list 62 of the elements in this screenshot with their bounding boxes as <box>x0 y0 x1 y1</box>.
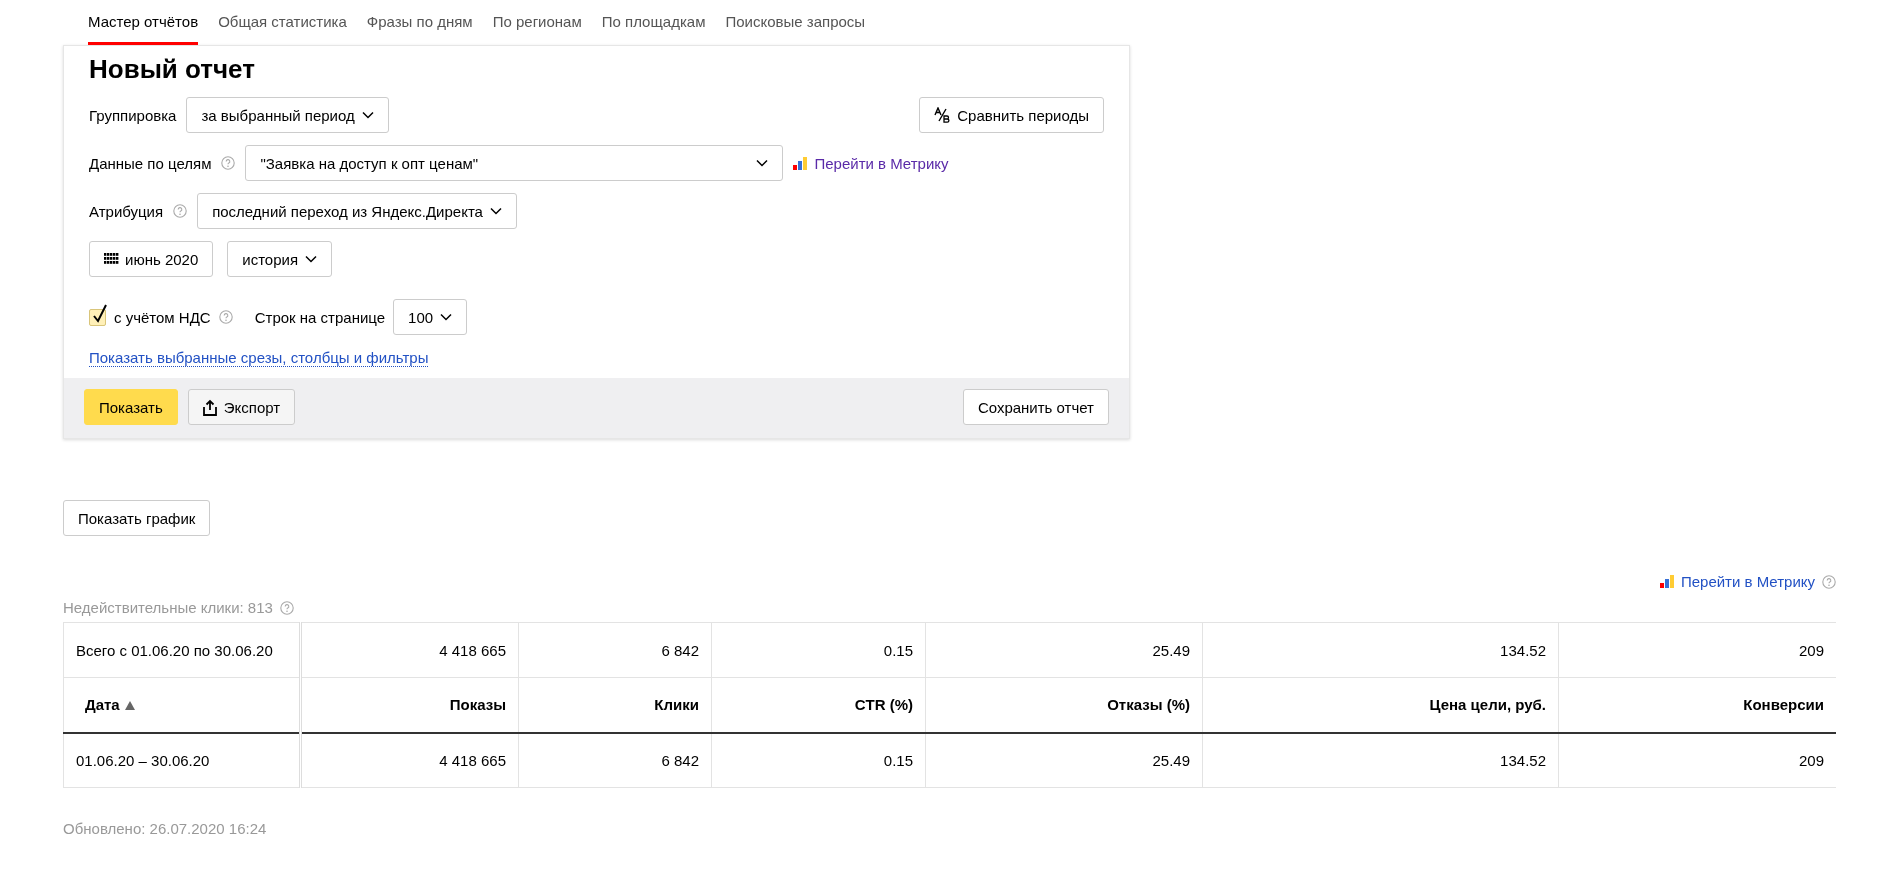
table-cell: 25.49 <box>925 732 1203 788</box>
column-header[interactable]: Цена цели, руб. <box>1202 677 1559 733</box>
table-cell: 0.15 <box>711 732 926 788</box>
total-cell: 134.52 <box>1202 622 1559 678</box>
metrika-link[interactable]: Перейти в Метрику <box>793 154 949 172</box>
export-button[interactable]: Экспорт <box>187 389 296 425</box>
dropdown[interactable]: история <box>227 241 333 277</box>
column-header[interactable]: CTR (%) <box>711 677 926 733</box>
help-icon <box>1822 574 1836 589</box>
column-header[interactable]: Дата <box>63 677 301 733</box>
period-button[interactable]: июнь 2020 <box>89 241 214 277</box>
dropdown[interactable]: 100 <box>393 299 468 335</box>
column-header[interactable]: Клики <box>518 677 712 733</box>
field-label: Строк на странице <box>254 308 386 326</box>
total-cell: Всего с 01.06.20 по 30.06.20 <box>63 622 301 678</box>
tab[interactable]: Мастер отчётов <box>88 13 199 45</box>
column-header[interactable]: Показы <box>300 677 519 733</box>
compare-periods-button[interactable]: Сравнить периоды <box>919 97 1104 133</box>
dropdown[interactable]: "Заявка на доступ к опт ценам" <box>245 145 784 181</box>
chevron-icon <box>440 313 453 321</box>
dropdown[interactable]: последний переход из Яндекс.Директа <box>197 193 517 229</box>
total-cell: 0.15 <box>711 622 926 678</box>
calendar-icon <box>104 253 120 265</box>
bar-chart-icon <box>1659 575 1675 588</box>
save-report-button[interactable]: Сохранить отчет <box>962 389 1109 425</box>
field-label: Группировка <box>89 106 177 124</box>
help-icon <box>279 600 294 615</box>
column-header[interactable]: Отказы (%) <box>925 677 1203 733</box>
total-cell: 209 <box>1558 622 1836 678</box>
field-label: с учётом НДС <box>114 308 211 326</box>
chevron-icon <box>305 255 318 263</box>
compare-icon <box>934 107 951 123</box>
tab[interactable]: По регионам <box>492 13 582 45</box>
table-cell: 4 418 665 <box>300 732 519 788</box>
show-button[interactable]: Показать <box>84 389 178 425</box>
tab[interactable]: Фразы по дням <box>366 13 473 45</box>
bar-chart-icon <box>793 156 809 170</box>
total-cell: 25.49 <box>925 622 1203 678</box>
table-cell: 6 842 <box>518 732 712 788</box>
field-label: Данные по целям <box>89 154 212 172</box>
show-filters-link[interactable]: Показать выбранные срезы, столбцы и фильтры <box>89 349 429 367</box>
tab[interactable]: По площадкам <box>601 13 706 45</box>
chevron-icon <box>756 159 769 167</box>
tab[interactable]: Общая статистика <box>218 13 347 45</box>
field-label: Атрибуция <box>89 202 164 220</box>
table-cell: 134.52 <box>1202 732 1559 788</box>
help-icon <box>218 310 233 324</box>
dropdown[interactable]: за выбранный период <box>186 97 389 133</box>
report-title: Новый отчет <box>89 54 256 85</box>
help-icon <box>173 204 188 218</box>
chevron-icon <box>361 111 374 119</box>
help-icon <box>221 156 236 170</box>
invalid-clicks-text: Недействительные клики: 813 <box>63 599 273 616</box>
upload-icon <box>202 398 217 416</box>
metrika-link[interactable]: Перейти в Метрику <box>1659 573 1815 590</box>
show-chart-button[interactable]: Показать график <box>63 500 211 536</box>
total-cell: 4 418 665 <box>300 622 519 678</box>
updated-text: Обновлено: 26.07.2020 16:24 <box>63 820 268 837</box>
chevron-icon <box>489 207 502 215</box>
tab[interactable]: Поисковые запросы <box>725 13 866 45</box>
total-cell: 6 842 <box>518 622 712 678</box>
table-cell: 01.06.20 – 30.06.20 <box>63 732 301 788</box>
